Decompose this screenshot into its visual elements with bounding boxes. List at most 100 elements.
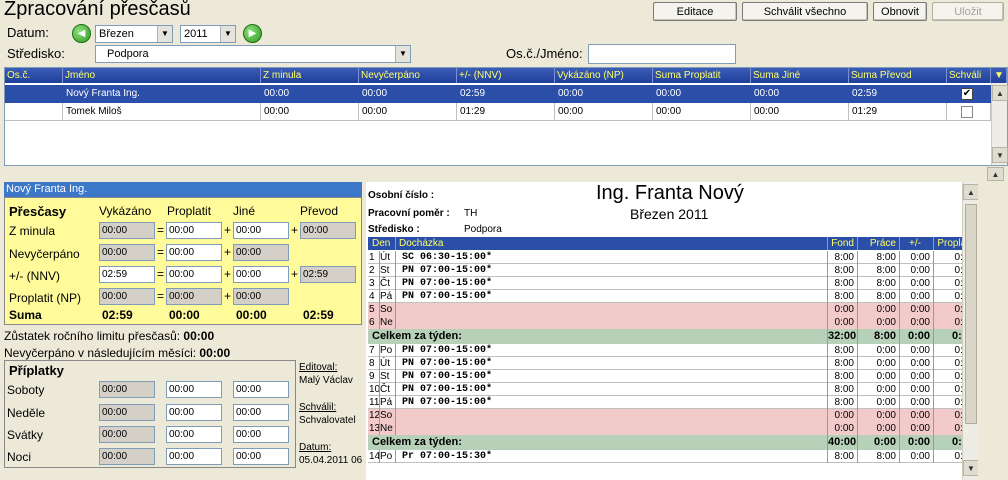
- day-row: 12So0:000:000:000:00: [368, 409, 978, 422]
- zminula-jine[interactable]: 00:00: [233, 222, 289, 239]
- sum-jine: 00:00: [236, 308, 267, 322]
- chevron-down-icon: ▼: [157, 26, 172, 42]
- priplatky-heading: Příplatky: [9, 363, 64, 378]
- col-proplatit: Proplatit: [167, 204, 212, 218]
- nevycerpano-vykazano: 00:00: [99, 244, 155, 261]
- scroll-up-icon[interactable]: ▲: [987, 167, 1004, 181]
- overtime-heading: Přesčasy: [9, 204, 67, 219]
- col-header-jmeno[interactable]: Jméno: [63, 68, 261, 83]
- approve-all-button[interactable]: Schválit všechno: [742, 2, 868, 21]
- approved-checkbox[interactable]: [961, 106, 973, 118]
- nnv-jine[interactable]: 00:00: [233, 266, 289, 283]
- nnv-prevod: 02:59: [300, 266, 356, 283]
- overtime-panel: Přesčasy Vykázáno Proplatit Jiné Převod …: [4, 197, 362, 325]
- week-total-row: Celkem za týden:32:008:000:000:00: [368, 329, 978, 344]
- nevycerpano-line: Nevyčerpáno v následujícím měsíci: 00:00: [4, 346, 231, 360]
- arrow-right-icon: ▶: [248, 28, 257, 39]
- edit-button[interactable]: Editace: [653, 2, 737, 21]
- scroll-down-icon[interactable]: ▼: [992, 147, 1008, 163]
- search-input[interactable]: [588, 44, 736, 64]
- stredisko-select[interactable]: Podpora ▼: [95, 45, 411, 63]
- save-button[interactable]: Uložit: [932, 2, 1004, 21]
- day-row: 2StPN 07:00-15:00*8:008:000:000:00: [368, 264, 978, 277]
- day-row: 6Ne0:000:000:000:00: [368, 316, 978, 329]
- detail-scrollbar[interactable]: ▲ ▼: [962, 182, 978, 480]
- scroll-down-icon[interactable]: ▼: [963, 460, 978, 476]
- col-header-prevod[interactable]: Suma Převod: [849, 68, 947, 83]
- zminula-prevod: 00:00: [300, 222, 356, 239]
- col-header-osc[interactable]: Os.č.: [5, 68, 63, 83]
- svatky-c[interactable]: 00:00: [233, 426, 289, 443]
- zminula-proplatit[interactable]: 00:00: [166, 222, 222, 239]
- day-row: 10ČtPN 07:00-15:00*8:000:000:000:00: [368, 383, 978, 396]
- nnv-vykazano[interactable]: 02:59: [99, 266, 155, 283]
- np-vykazano: 00:00: [99, 288, 155, 305]
- year-select[interactable]: 2011 ▼: [180, 25, 236, 43]
- day-row: 5So0:000:000:000:00: [368, 303, 978, 316]
- noci-b[interactable]: 00:00: [166, 448, 222, 465]
- soboty-a: 00:00: [99, 381, 155, 398]
- col-header-nnv[interactable]: +/- (NNV): [457, 68, 555, 83]
- day-row: 7PoPN 07:00-15:00*8:000:000:000:00: [368, 344, 978, 357]
- table-header: Den Docházka Fond Práce +/- Proplatit: [368, 237, 978, 250]
- np-proplatit: 00:00: [166, 288, 222, 305]
- nevycerpano-jine: 00:00: [233, 244, 289, 261]
- month-select[interactable]: Březen ▼: [95, 25, 173, 43]
- noci-c[interactable]: 00:00: [233, 448, 289, 465]
- employee-grid: Os.č. Jméno Z minula Nevyčerpáno +/- (NN…: [4, 67, 1008, 166]
- col-vykazano: Vykázáno: [99, 204, 152, 218]
- refresh-button[interactable]: Obnovit: [873, 2, 927, 21]
- nedele-c[interactable]: 00:00: [233, 404, 289, 421]
- day-row: 8ÚtPN 07:00-15:00*8:000:000:000:00: [368, 357, 978, 370]
- svatky-b[interactable]: 00:00: [166, 426, 222, 443]
- sum-prevod: 02:59: [303, 308, 334, 322]
- datum-label: Datum:: [7, 25, 49, 40]
- soboty-b[interactable]: 00:00: [166, 381, 222, 398]
- edited-value: Malý Václav: [299, 375, 353, 386]
- soboty-c[interactable]: 00:00: [233, 381, 289, 398]
- sum-proplatit: 00:00: [169, 308, 200, 322]
- day-row: 13Ne0:000:000:000:00: [368, 422, 978, 435]
- day-row: 14PoPr 07:00-15:30*8:008:000:000:00: [368, 450, 978, 463]
- col-header-vykazano[interactable]: Vykázáno (NP): [555, 68, 653, 83]
- zminula-vykazano: 00:00: [99, 222, 155, 239]
- approved-value: Schvalovatel: [299, 415, 356, 426]
- sum-label: Suma: [9, 308, 42, 322]
- prev-month-button[interactable]: ◀: [72, 24, 91, 43]
- noci-a: 00:00: [99, 448, 155, 465]
- col-jine: Jiné: [233, 204, 256, 218]
- week-total-row: Celkem za týden:40:000:000:000:00: [368, 435, 978, 450]
- column-chooser-icon[interactable]: ▼: [991, 68, 1007, 83]
- col-header-proplatit[interactable]: Suma Proplatit: [653, 68, 751, 83]
- col-header-schvali[interactable]: Schváli: [947, 68, 991, 83]
- table-row[interactable]: Nový Franta Ing. 00:00 00:00 02:59 00:00…: [5, 85, 991, 103]
- approved-label: Schválil:: [299, 402, 337, 413]
- nedele-b[interactable]: 00:00: [166, 404, 222, 421]
- scroll-up-icon[interactable]: ▲: [992, 85, 1008, 101]
- day-row: 1ÚtSC 06:30-15:00*8:008:000:000:00: [368, 251, 978, 264]
- priplatky-panel: Příplatky Soboty 00:00 00:00 00:00 Neděl…: [4, 360, 296, 468]
- arrow-left-icon: ◀: [77, 28, 86, 39]
- stredisko-label: Středisko:: [7, 46, 65, 61]
- attendance-detail: Osobní číslo : Pracovní poměr : TH Střed…: [366, 182, 978, 480]
- col-header-jine[interactable]: Suma Jiné: [751, 68, 849, 83]
- nevycerpano-proplatit[interactable]: 00:00: [166, 244, 222, 261]
- col-prevod: Převod: [300, 204, 339, 218]
- day-row: 9StPN 07:00-15:00*8:000:000:000:00: [368, 370, 978, 383]
- period: Březen 2011: [630, 206, 709, 222]
- table-row[interactable]: Tomek Miloš 00:00 00:00 01:29 00:00 00:0…: [5, 103, 991, 121]
- date-value: 05.04.2011 06: [299, 455, 363, 466]
- next-month-button[interactable]: ▶: [243, 24, 262, 43]
- nnv-proplatit[interactable]: 00:00: [166, 266, 222, 283]
- page-title: Zpracování přesčasů: [4, 0, 191, 20]
- day-row: 4PáPN 07:00-15:00*8:008:000:000:00: [368, 290, 978, 303]
- col-header-nevycerpano[interactable]: Nevyčerpáno: [359, 68, 457, 83]
- svatky-a: 00:00: [99, 426, 155, 443]
- approved-checkbox[interactable]: ✔: [961, 88, 973, 100]
- col-header-zminula[interactable]: Z minula: [261, 68, 359, 83]
- date-label: Datum:: [299, 442, 332, 453]
- grid-scrollbar[interactable]: ▲ ▼: [991, 83, 1008, 165]
- scroll-thumb[interactable]: [965, 204, 977, 424]
- nedele-a: 00:00: [99, 404, 155, 421]
- scroll-up-icon[interactable]: ▲: [963, 184, 978, 200]
